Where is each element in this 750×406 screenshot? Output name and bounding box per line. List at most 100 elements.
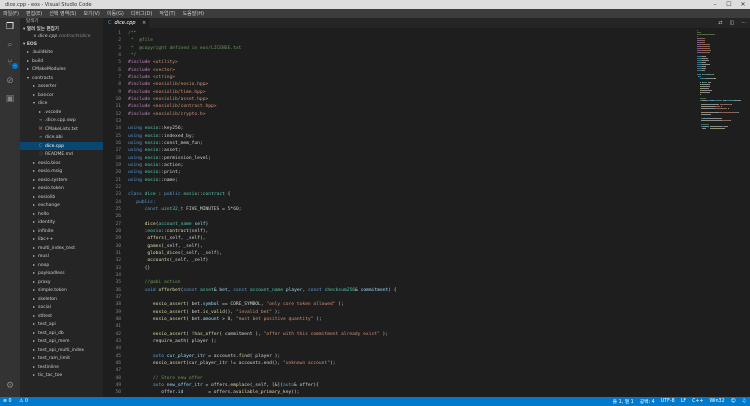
tree-item[interactable]: ▾ contracts [20,74,103,83]
code-line[interactable]: 4 */ [103,52,693,59]
tree-item[interactable]: ▸ stltest [20,312,103,321]
code-line[interactable]: 20 using eosio::print; [103,169,693,176]
tree-item[interactable]: Cdice.cpp [20,141,103,150]
tree-item[interactable]: ▸ test_ram_limit [20,354,103,363]
tab-dice-cpp[interactable]: C dice.cpp × [103,18,149,28]
code-line[interactable]: 9 #include <eosiolib/time.hpp> [103,89,693,96]
tree-item[interactable]: ▸ test_api [20,320,103,329]
tree-item[interactable]: ▸ test_api_db [20,329,103,338]
code-line[interactable]: 28 :eosio::contract(self), [103,228,693,235]
tree-item[interactable]: ▸ eosio.msig [20,167,103,176]
code-line[interactable]: 16 using eosio::const_mem_fun; [103,140,693,147]
tree-item[interactable]: ▸ identity [20,218,103,227]
tree-item[interactable]: ≡ dice.abi [20,133,103,142]
code-line[interactable]: 32 accounts(_self, _self) [103,257,693,264]
tree-item[interactable]: ▸ .vscode [20,108,103,117]
code-line[interactable]: 27 dice(account_name self) [103,221,693,228]
tree-item[interactable]: ▸ multi_index_test [20,244,103,253]
tree-item[interactable]: ▸ test_api_multi_index [20,346,103,355]
code-line[interactable]: 11 #include <eosiolib/contract.hpp> [103,103,693,110]
tree-item[interactable]: ▸ eosiolib [20,193,103,202]
language-mode[interactable]: C++ [692,399,703,404]
code-line[interactable]: 23 class dice : public eosio::contract { [103,191,693,198]
tree-item[interactable]: ▸ libc++ [20,235,103,244]
tree-item[interactable]: ▸ infinite [20,227,103,236]
code-line[interactable]: 30 games(_self, _self), [103,243,693,250]
minimap[interactable] [693,28,750,397]
code-line[interactable]: 26 [103,213,693,220]
code-line[interactable]: 48 // Store new offer [103,375,693,382]
feedback-icon[interactable]: ☺ [731,399,736,404]
tree-item[interactable]: ⓘ README.md [20,150,103,159]
more-actions-icon[interactable]: ··· [741,20,746,26]
code-line[interactable]: 50 offer.id = offers.available_primary_k… [103,389,693,396]
code-line[interactable]: 35 //@abi action [103,279,693,286]
open-changes-icon[interactable]: ⇄ [718,20,722,26]
code-line[interactable]: 13 [103,118,693,125]
code-line[interactable]: 36 void offerbet(const asset& bet, const… [103,287,693,294]
project-header[interactable]: ▾ EOS [20,41,103,48]
menu-file[interactable]: 파일(F) [3,10,19,17]
code-line[interactable]: 41 [103,323,693,330]
code-line[interactable]: 49 auto new_offer_itr = offers.emplace(_… [103,382,693,389]
code-line[interactable]: 31 global_dices(_self, _self), [103,250,693,257]
code-line[interactable]: 37 [103,294,693,301]
code-line[interactable]: 40 eosio_assert( bet.amount > 0, "must b… [103,316,693,323]
tree-item[interactable]: ▸ asserter [20,82,103,91]
settings-gear-icon[interactable]: ⚙ [4,380,16,392]
tree-item[interactable]: M CMakeLists.txt [20,125,103,134]
menu-selection[interactable]: 선택 영역(S) [49,10,76,17]
tree-item[interactable]: ▾ dice [20,99,103,108]
tab-close-icon[interactable]: × [142,20,149,26]
end-of-line[interactable]: LF [681,399,686,404]
code-line[interactable]: 45 auto cur_player_itr = accounts.find( … [103,353,693,360]
code-line[interactable]: 17 using eosio::asset; [103,147,693,154]
search-icon[interactable]: ⌕ [4,39,16,51]
open-editors-header[interactable]: ▾ 열려 있는 편집기 [20,26,103,33]
tree-item[interactable]: ▸ test_api_mem [20,337,103,346]
code-line[interactable]: 12 #include <eosiolib/crypto.h> [103,111,693,118]
code-line[interactable]: 2 * @file [103,37,693,44]
source-control-icon[interactable]: ⑂ · [4,57,18,69]
close-window-button[interactable]: ✕ [736,0,750,9]
extensions-icon[interactable]: ▣ [4,93,16,105]
code-line[interactable]: 18 using eosio::permission_level; [103,155,693,162]
notifications-icon[interactable]: ♫ [742,399,746,404]
code-line[interactable]: 34 [103,272,693,279]
code-line[interactable]: 21 using eosio::name; [103,177,693,184]
tree-item[interactable]: ▸ social [20,303,103,312]
menu-help[interactable]: 도움말(H) [183,10,204,17]
code-line[interactable]: 10 #include <eosiolib/asset.hpp> [103,96,693,103]
tree-item[interactable]: ▸ bancor [20,91,103,100]
platform[interactable]: Win32 [710,399,725,404]
tree-item[interactable]: ▸ musl [20,252,103,261]
tree-item[interactable]: ▸ payloadless [20,269,103,278]
indentation[interactable]: 공백: 4 [640,398,655,405]
tree-item[interactable]: ▸ eosio.system [20,176,103,185]
code-line[interactable]: 5 #include <utility> [103,59,693,66]
explorer-icon[interactable]: ❐ [4,21,16,33]
tree-item[interactable]: ▸ eosio.token [20,184,103,193]
cursor-position[interactable]: 줄 1, 열 1 [613,398,634,405]
tree-item[interactable]: ≡ .dice.cpp.swp [20,116,103,125]
code-line[interactable]: 24 public: [103,199,693,206]
code-line[interactable]: 3 * @copyright defined in eos/LICENSE.tx… [103,45,693,52]
tree-item[interactable]: ▸ skeleton [20,295,103,304]
maximize-button[interactable]: ☐ [722,0,736,9]
code-line[interactable]: 7 #include <string> [103,74,693,81]
tree-item[interactable]: ▸ eosio.bios [20,159,103,168]
code-line[interactable]: 38 eosio_assert( bet.symbol == CORE_SYMB… [103,301,693,308]
code-line[interactable]: 14 using eosio::key256; [103,125,693,132]
menu-tasks[interactable]: 작업(T) [159,10,175,17]
encoding[interactable]: UTF-8 [661,399,675,404]
menu-view[interactable]: 보기(V) [83,10,100,17]
tree-item[interactable]: ▸ noop [20,261,103,270]
code-line[interactable]: 39 eosio_assert( bet.is_valid(), "invali… [103,309,693,316]
menu-go[interactable]: 이동(G) [107,10,124,17]
code-line[interactable]: 22 [103,184,693,191]
tree-item[interactable]: ▸ build [20,57,103,66]
tree-item[interactable]: ▸ proxy [20,278,103,287]
code-line[interactable]: 19 using eosio::action; [103,162,693,169]
code-line[interactable]: 25 const uint32_t FIVE_MINUTES = 5*60; [103,206,693,213]
code-line[interactable]: 46 eosio_assert(cur_player_itr != accoun… [103,360,693,367]
